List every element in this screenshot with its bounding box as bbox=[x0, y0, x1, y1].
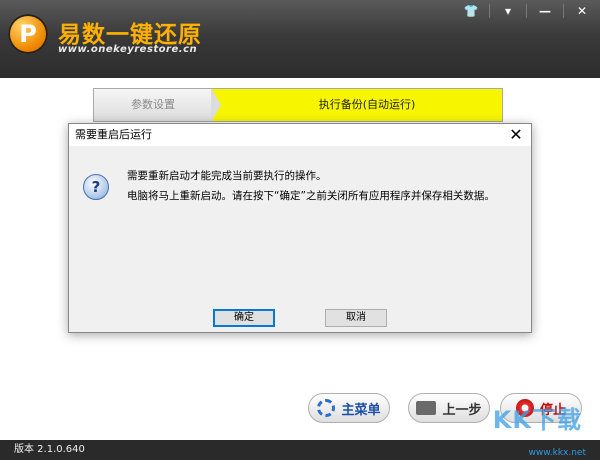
watermark-logo: KK下载 bbox=[492, 406, 582, 434]
dialog-close-icon[interactable]: ✕ bbox=[507, 124, 525, 146]
app-header: P 易数一键还原 www.onekeyrestore.cn 👕 ▾ — ✕ bbox=[0, 0, 600, 78]
main-menu-label: 主菜单 bbox=[341, 402, 381, 418]
watermark-url: www.kkx.net bbox=[528, 448, 587, 458]
window-control-separator bbox=[526, 4, 527, 18]
ok-button[interactable]: 确定 bbox=[213, 309, 275, 327]
step-execute-backup: 执行备份(自动运行) bbox=[211, 88, 503, 122]
step-indicator: 参数设置 执行备份(自动运行) bbox=[93, 88, 503, 122]
window-control-separator bbox=[563, 4, 564, 18]
main-menu-button[interactable]: 主菜单 bbox=[308, 393, 390, 423]
dialog-title: 需要重启后运行 bbox=[75, 128, 152, 141]
menu-dropdown-icon[interactable]: ▾ bbox=[500, 4, 516, 18]
dialog-titlebar: 需要重启后运行 ✕ bbox=[69, 124, 531, 146]
logo-glyph: P bbox=[19, 20, 37, 48]
dialog-message-line1: 需要重新启动才能完成当前要执行的操作。 bbox=[127, 170, 327, 182]
status-bar: 版本 2.1.0.640 bbox=[0, 440, 600, 460]
window-controls: 👕 ▾ — ✕ bbox=[463, 4, 590, 18]
window-control-separator bbox=[489, 4, 490, 18]
cancel-button[interactable]: 取消 bbox=[325, 309, 387, 327]
step-parameter-settings: 参数设置 bbox=[93, 88, 213, 122]
question-icon: ? bbox=[83, 174, 109, 200]
skin-icon[interactable]: 👕 bbox=[463, 4, 479, 18]
restart-dialog: 需要重启后运行 ✕ ? 需要重新启动才能完成当前要执行的操作。 电脑将马上重新启… bbox=[68, 123, 532, 333]
dialog-message-line2: 电脑将马上重新启动。请在按下“确定”之前关闭所有应用程序并保存相关数据。 bbox=[127, 190, 495, 202]
app-url: www.onekeyrestore.cn bbox=[58, 44, 198, 55]
refresh-icon bbox=[317, 399, 336, 417]
previous-button[interactable]: 上一步 bbox=[408, 393, 490, 423]
step-arrow-icon bbox=[211, 88, 221, 122]
version-label: 版本 2.1.0.640 bbox=[14, 444, 85, 455]
app-logo: P bbox=[8, 14, 48, 54]
close-icon[interactable]: ✕ bbox=[574, 4, 590, 18]
minimize-icon[interactable]: — bbox=[537, 4, 553, 18]
previous-label: 上一步 bbox=[442, 402, 482, 418]
back-arrow-icon bbox=[416, 401, 437, 415]
